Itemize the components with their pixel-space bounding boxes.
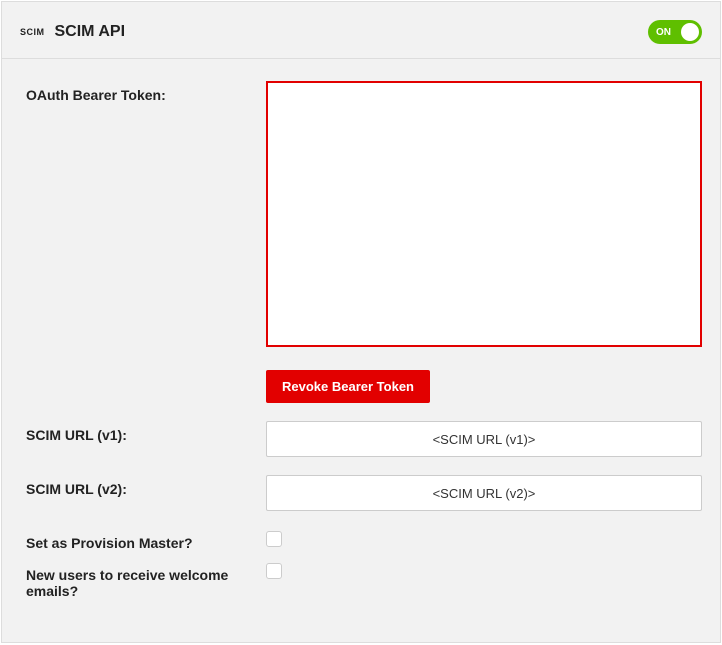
label-provision-master: Set as Provision Master? <box>26 529 266 551</box>
toggle-label: ON <box>656 27 671 38</box>
toggle-knob <box>681 23 699 41</box>
row-bearer-token: OAuth Bearer Token: Revoke Bearer Token <box>26 81 702 403</box>
label-bearer-token: OAuth Bearer Token: <box>26 81 266 103</box>
control-bearer-token: Revoke Bearer Token <box>266 81 702 403</box>
row-provision-master: Set as Provision Master? <box>26 529 702 551</box>
panel-body: OAuth Bearer Token: Revoke Bearer Token … <box>2 59 720 627</box>
row-scim-url-v2: SCIM URL (v2): <box>26 475 702 511</box>
panel-header: SCIM SCIM API ON <box>2 2 720 59</box>
revoke-bearer-token-button[interactable]: Revoke Bearer Token <box>266 370 430 403</box>
label-scim-url-v2: SCIM URL (v2): <box>26 475 266 497</box>
scim-api-toggle[interactable]: ON <box>648 20 702 44</box>
bearer-token-input[interactable] <box>266 81 702 347</box>
scim-api-panel: SCIM SCIM API ON OAuth Bearer Token: Rev… <box>1 1 721 643</box>
scim-url-v1-input[interactable] <box>266 421 702 457</box>
label-welcome-emails: New users to receive welcome emails? <box>26 561 266 599</box>
scim-url-v2-input[interactable] <box>266 475 702 511</box>
header-left: SCIM SCIM API <box>20 23 125 41</box>
label-scim-url-v1: SCIM URL (v1): <box>26 421 266 443</box>
scim-icon: SCIM <box>20 27 45 37</box>
panel-title: SCIM API <box>55 23 126 41</box>
row-scim-url-v1: SCIM URL (v1): <box>26 421 702 457</box>
welcome-emails-checkbox[interactable] <box>266 563 282 579</box>
provision-master-checkbox[interactable] <box>266 531 282 547</box>
row-welcome-emails: New users to receive welcome emails? <box>26 561 702 599</box>
